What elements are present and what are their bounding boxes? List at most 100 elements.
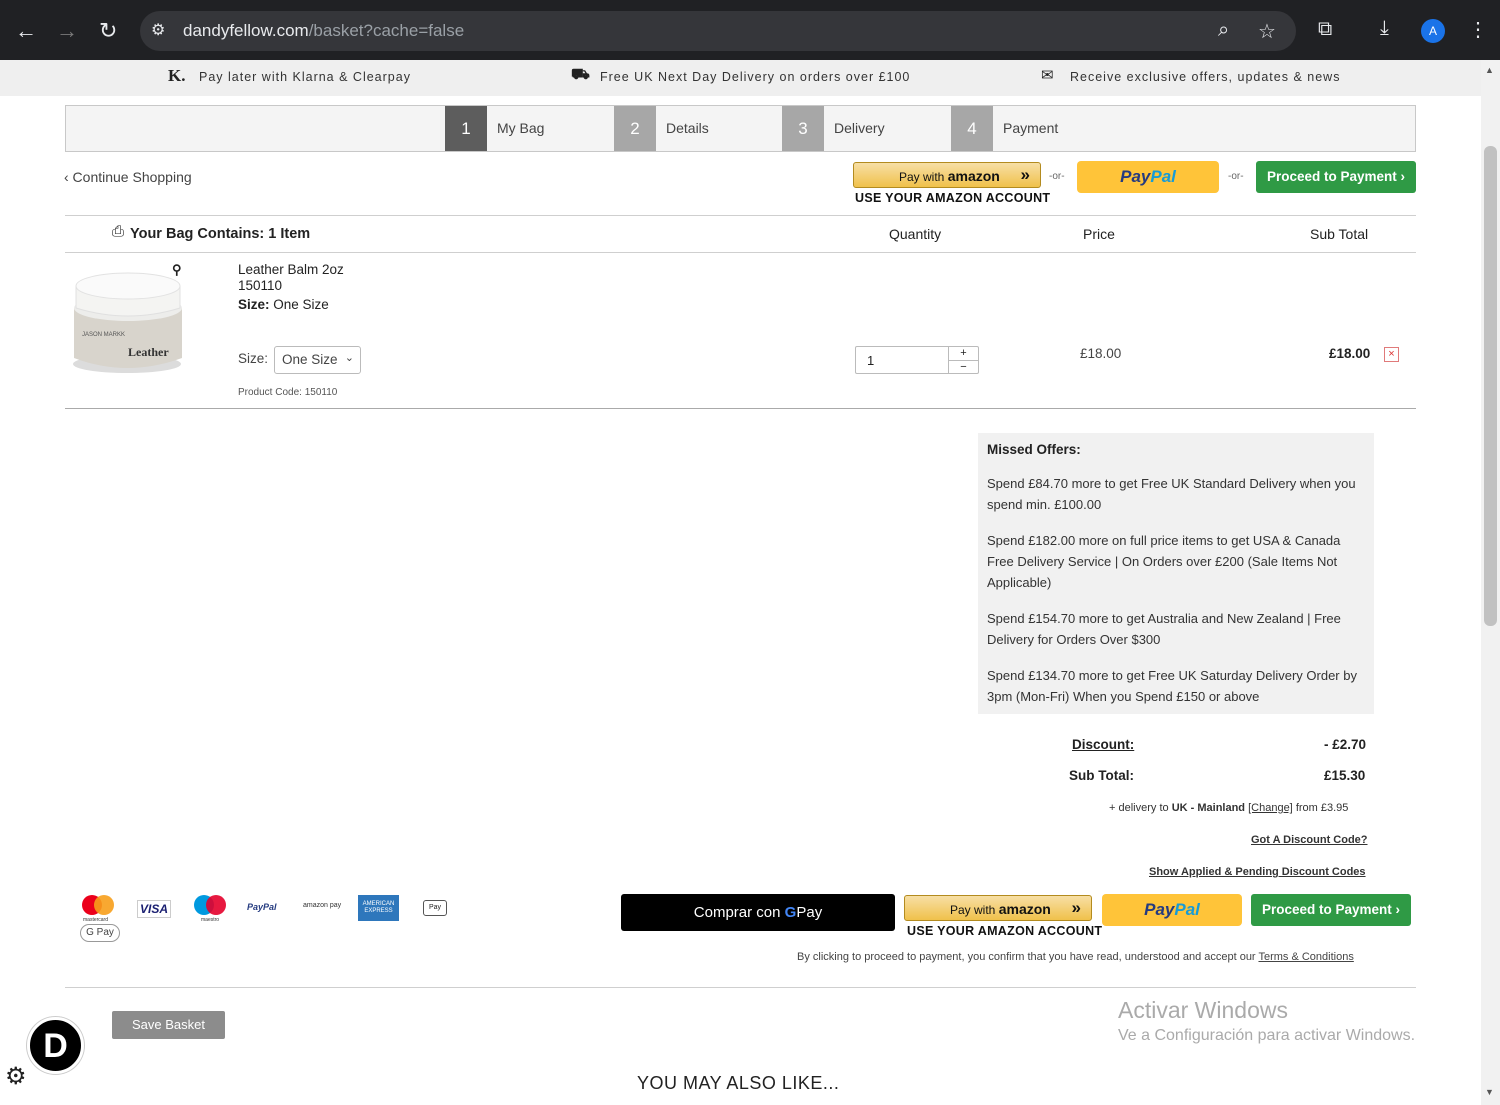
step-2-label[interactable]: Details — [666, 120, 709, 136]
page-scrollbar[interactable]: ▲ ▼ — [1481, 60, 1500, 1105]
windows-activation-title: Activar Windows — [1118, 997, 1288, 1023]
step-4-number[interactable]: 4 — [951, 106, 993, 151]
double-chevron-icon: » — [1020, 165, 1030, 184]
divider — [65, 408, 1416, 409]
step-4-label[interactable]: Payment — [1003, 120, 1058, 136]
google-pay-button[interactable]: Comprar con GPay — [621, 894, 895, 931]
continue-shopping-link[interactable]: ‹ Continue Shopping — [64, 169, 192, 185]
product-subtotal: £18.00 — [1329, 346, 1371, 361]
scroll-down-icon[interactable]: ▼ — [1485, 1087, 1494, 1097]
klarna-icon: K. — [168, 66, 186, 85]
extensions-icon[interactable]: ⧉ — [1318, 18, 1332, 41]
address-bar[interactable]: ⚙ dandyfellow.com/basket?cache=false ⌕ ☆ — [140, 11, 1296, 51]
show-discount-codes-link[interactable]: Show Applied & Pending Discount Codes — [1149, 866, 1366, 878]
scroll-up-icon[interactable]: ▲ — [1485, 65, 1494, 75]
missed-offers-heading: Missed Offers: — [987, 442, 1081, 457]
offer-item: Spend £134.70 more to get Free UK Saturd… — [987, 668, 1357, 704]
checkout-steps: 1 My Bag 2 Details 3 Delivery 4 Payment — [65, 105, 1416, 152]
quantity-decrease-button[interactable]: − — [948, 360, 978, 373]
site-settings-icon[interactable]: ⚙ — [151, 20, 165, 40]
divider — [65, 252, 1416, 253]
gpay-logo: G Pay — [80, 924, 120, 942]
product-size-label: Size: One Size — [238, 297, 329, 312]
paypal-button-bottom[interactable]: PayPal — [1102, 894, 1242, 926]
offer-item: Spend £84.70 more to get Free UK Standar… — [987, 476, 1356, 512]
windows-activation-subtitle: Ve a Configuración para activar Windows. — [1118, 1027, 1416, 1044]
terms-link[interactable]: Terms & Conditions — [1258, 951, 1353, 963]
amazon-account-caption-bottom: USE YOUR AMAZON ACCOUNT — [907, 924, 1103, 938]
bag-contains-heading: Your Bag Contains: 1 Item — [130, 226, 311, 242]
bag-icon: ⎙ — [112, 223, 125, 240]
gear-icon[interactable]: ⚙ — [5, 1062, 27, 1091]
amazon-pay-button-top[interactable]: Pay with amazon » — [853, 162, 1041, 188]
size-select-label: Size: — [238, 351, 269, 366]
chat-widget-button[interactable]: D — [27, 1017, 84, 1074]
visa-logo: VISA — [137, 900, 171, 918]
discount-value: - £2.70 — [1324, 737, 1367, 752]
bookmark-star-icon[interactable]: ☆ — [1258, 19, 1276, 44]
save-basket-button[interactable]: Save Basket — [112, 1011, 225, 1039]
step-1-number[interactable]: 1 — [445, 106, 487, 151]
divider — [65, 987, 1416, 988]
quantity-stepper[interactable]: 1 + − — [855, 346, 979, 374]
delivery-note: + delivery to UK - Mainland [Change] fro… — [1109, 802, 1349, 814]
price-header: Price — [1083, 226, 1115, 242]
proceed-to-payment-button-bottom[interactable]: Proceed to Payment › — [1251, 894, 1411, 926]
discount-code-link[interactable]: Got A Discount Code? — [1251, 834, 1368, 846]
envelope-icon: ✉ — [1041, 67, 1054, 84]
paypal-logo: PayPal — [247, 902, 277, 912]
mastercard-logo: mastercard — [82, 895, 114, 923]
chevron-down-icon: ⌄ — [344, 352, 354, 364]
proceed-to-payment-button-top[interactable]: Proceed to Payment › — [1256, 161, 1416, 193]
menu-kebab-icon[interactable]: ⋮ — [1468, 17, 1488, 42]
zoom-icon[interactable]: ⌕ — [1218, 19, 1229, 42]
amex-logo: AMERICAN EXPRESS — [358, 895, 399, 921]
scrollbar-thumb[interactable] — [1484, 146, 1497, 626]
or-separator: -or- — [1049, 171, 1065, 182]
step-3-number[interactable]: 3 — [782, 106, 824, 151]
promo-klarna: Pay later with Klarna & Clearpay — [199, 70, 411, 84]
quantity-increase-button[interactable]: + — [948, 347, 978, 360]
amazon-account-caption-top: USE YOUR AMAZON ACCOUNT — [855, 191, 1051, 205]
you-may-also-like-heading: YOU MAY ALSO LIKE... — [637, 1073, 840, 1093]
divider — [65, 215, 1416, 216]
applepay-logo: Pay — [423, 900, 447, 916]
svg-text:maestro: maestro — [201, 917, 219, 923]
step-2-number[interactable]: 2 — [614, 106, 656, 151]
forward-arrow-icon[interactable]: → — [56, 18, 78, 44]
change-delivery-link[interactable]: [Change] — [1248, 802, 1293, 814]
step-3-label[interactable]: Delivery — [834, 120, 885, 136]
zoom-magnifier-icon[interactable]: ⚲ — [172, 262, 182, 278]
amazonpay-logo: amazon pay — [303, 902, 342, 909]
product-image[interactable]: JASON MARKK Leather — [70, 268, 188, 376]
promo-offers: Receive exclusive offers, updates & news — [1070, 70, 1341, 84]
product-price: £18.00 — [1080, 346, 1122, 361]
quantity-value[interactable]: 1 — [867, 353, 874, 368]
maestro-logo: maestro — [194, 895, 226, 923]
size-dropdown[interactable]: One Size ⌄ — [274, 346, 361, 374]
offer-item: Spend £182.00 more on full price items t… — [987, 533, 1341, 590]
google-g-icon: G — [784, 904, 797, 921]
promo-delivery: Free UK Next Day Delivery on orders over… — [600, 70, 911, 84]
subtotal-header: Sub Total — [1310, 226, 1369, 242]
svg-text:mastercard: mastercard — [83, 917, 108, 923]
product-name[interactable]: Leather Balm 2oz — [238, 262, 344, 277]
subtotal-label: Sub Total: — [1069, 768, 1134, 783]
amazon-pay-button-bottom[interactable]: Pay with amazon » — [904, 895, 1092, 921]
step-1-label[interactable]: My Bag — [497, 120, 544, 136]
remove-item-icon[interactable]: × — [1384, 347, 1399, 362]
reload-icon[interactable]: ↻ — [99, 18, 117, 44]
discount-label[interactable]: Discount: — [1072, 737, 1134, 752]
promo-bar: K. Pay later with Klarna & Clearpay ⛟ Fr… — [0, 60, 1481, 96]
truck-icon: ⛟ — [571, 66, 590, 83]
profile-avatar[interactable]: A — [1421, 19, 1445, 43]
paypal-button-top[interactable]: PayPal — [1077, 161, 1219, 193]
product-sku: 150110 — [238, 278, 283, 293]
terms-notice: By clicking to proceed to payment, you c… — [797, 951, 1354, 963]
double-chevron-icon: » — [1071, 898, 1081, 917]
back-arrow-icon[interactable]: ← — [15, 18, 37, 44]
or-separator: -or- — [1228, 171, 1244, 182]
download-icon[interactable]: ⤓ — [1380, 17, 1389, 40]
quantity-header: Quantity — [889, 226, 942, 242]
subtotal-value: £15.30 — [1324, 768, 1366, 783]
